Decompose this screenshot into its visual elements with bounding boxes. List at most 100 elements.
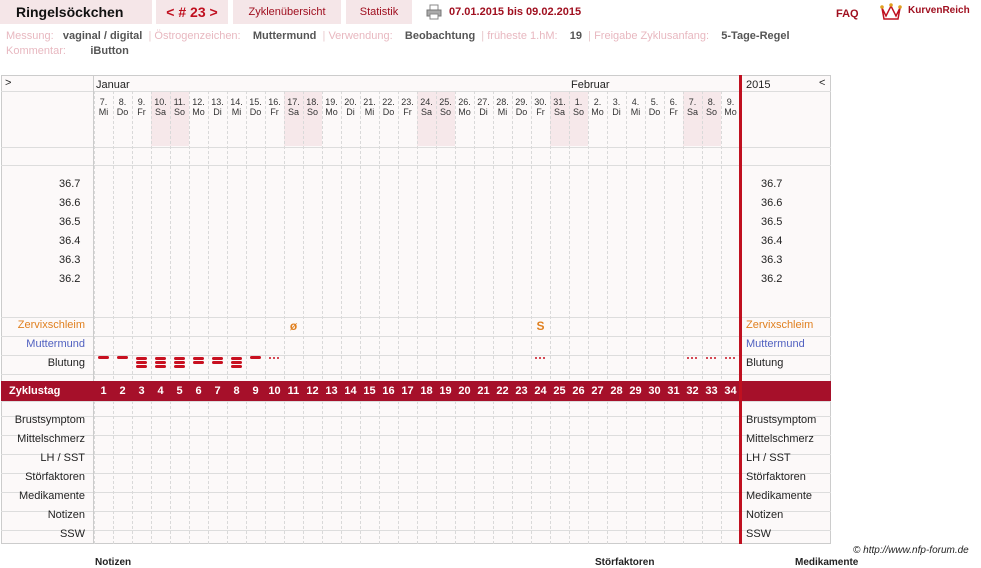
day-column-header: 9. Mo <box>721 97 740 117</box>
bleeding-mark <box>212 357 223 360</box>
weekday: So <box>173 107 185 117</box>
bleeding-mark <box>136 361 147 364</box>
cycle-day-number: 10 <box>268 385 281 397</box>
bleeding-mark <box>98 356 109 359</box>
today-marker <box>739 75 742 544</box>
bleeding-mark <box>231 357 242 360</box>
day-column-header: 10. Sa <box>151 97 170 117</box>
day-column-header: 21. Mi <box>360 97 379 117</box>
grid-vline <box>474 91 475 544</box>
bleeding-mark <box>155 365 166 368</box>
spotting-dot <box>729 357 731 359</box>
weekday: Do <box>648 107 661 117</box>
cycle-day-number: 6 <box>195 385 202 397</box>
grid-vline <box>208 91 209 544</box>
grid-vline <box>626 91 627 544</box>
temp-tick-right: 36.7 <box>761 178 783 190</box>
header: Ringelsöckchen < # 23 > Zyklenübersicht … <box>0 0 981 26</box>
day-column-header: 17. Sa <box>284 97 303 117</box>
scroll-left-button[interactable]: > <box>5 77 11 89</box>
tab-cycle-overview[interactable]: Zyklenübersicht <box>233 0 341 24</box>
day-number: 27. <box>477 97 490 107</box>
day-number: 3. <box>612 97 621 107</box>
grid-vline <box>493 91 494 544</box>
grid-vline <box>569 91 570 544</box>
weekday: Fr <box>403 107 412 117</box>
weekday: Fr <box>137 107 146 117</box>
cycle-day-number: 1 <box>100 385 107 397</box>
weekday: Mi <box>98 107 109 117</box>
grid-vline <box>246 91 247 544</box>
weekday: Mo <box>192 107 205 117</box>
info-line-1: Messung: vaginal / digital | Östrogenzei… <box>6 30 790 42</box>
grid-hline <box>1 511 831 512</box>
weekday: Mo <box>591 107 604 117</box>
day-column-header: 14. Mi <box>227 97 246 117</box>
bleeding-mark <box>231 365 242 368</box>
day-column-header: 16. Fr <box>265 97 284 117</box>
zyklustag-label: Zyklustag <box>9 385 61 397</box>
bleeding-mark <box>193 361 204 364</box>
day-column-header: 30. Fr <box>531 97 550 117</box>
zervix-label-right: Zervixschleim <box>746 319 814 331</box>
day-column-header: 20. Di <box>341 97 360 117</box>
spotting-dot <box>710 357 712 359</box>
spotting-dot <box>543 357 545 359</box>
cycle-day-number: 29 <box>629 385 642 397</box>
logo-text[interactable]: KurvenReich <box>908 0 970 22</box>
day-number: 19. <box>325 97 338 107</box>
day-number: 1. <box>574 97 583 107</box>
cycle-day-number: 8 <box>233 385 240 397</box>
temp-tick-left: 36.6 <box>59 197 81 209</box>
spotting-dot <box>691 357 693 359</box>
weekday: Di <box>612 107 621 117</box>
grid-hline <box>1 416 831 417</box>
cycle-day-number: 4 <box>157 385 164 397</box>
weekday: Fr <box>270 107 279 117</box>
printer-icon[interactable] <box>426 4 442 20</box>
zervix-mark: S <box>536 319 545 333</box>
day-number: 18. <box>306 97 319 107</box>
cycle-day-number: 20 <box>458 385 471 397</box>
day-number: 2. <box>593 97 602 107</box>
grid-vline <box>721 91 722 544</box>
scroll-right-button[interactable]: < <box>819 77 825 89</box>
day-number: 15. <box>249 97 262 107</box>
weekday: Mi <box>497 107 508 117</box>
grid-hline <box>1 473 831 474</box>
symptom-row-label-right: Störfaktoren <box>746 471 806 483</box>
grid-vline <box>664 91 665 544</box>
day-column-header: 8. Do <box>113 97 132 117</box>
tab-statistics[interactable]: Statistik <box>346 0 412 24</box>
cycle-day-number: 18 <box>420 385 433 397</box>
cycle-chart: > < Januar Februar 2015 7. Mi 8. Do 9. Fr 10. S… <box>1 75 831 544</box>
grid-hline <box>1 147 831 148</box>
bleeding-mark <box>250 356 261 359</box>
spotting-dot <box>725 357 727 359</box>
day-column-header: 12. Mo <box>189 97 208 117</box>
cycle-day-number: 30 <box>648 385 661 397</box>
grid-vline <box>607 91 608 544</box>
grid-vline <box>265 91 266 544</box>
day-number: 20. <box>344 97 357 107</box>
faq-link[interactable]: FAQ <box>836 2 859 26</box>
grid-vline <box>113 91 114 544</box>
blutung-label: Blutung <box>47 357 85 369</box>
weekday: Mo <box>458 107 471 117</box>
muttermund-label: Muttermund <box>26 338 85 350</box>
day-number: 23. <box>401 97 414 107</box>
temp-tick-left: 36.3 <box>59 254 81 266</box>
spotting-dot <box>273 357 275 359</box>
temp-tick-left: 36.4 <box>59 235 81 247</box>
copyright: © http://www.nfp-forum.de <box>853 545 969 556</box>
day-column-header: 22. Do <box>379 97 398 117</box>
day-number: 28. <box>496 97 509 107</box>
weekday: Sa <box>287 107 299 117</box>
grid-hline <box>1 435 831 436</box>
day-number: 24. <box>420 97 433 107</box>
crown-logo-icon[interactable] <box>880 2 902 22</box>
grid-vline <box>531 91 532 544</box>
cycle-nav-button[interactable]: < # 23 > <box>156 0 228 24</box>
weekday: Sa <box>420 107 432 117</box>
weekday: Sa <box>154 107 166 117</box>
